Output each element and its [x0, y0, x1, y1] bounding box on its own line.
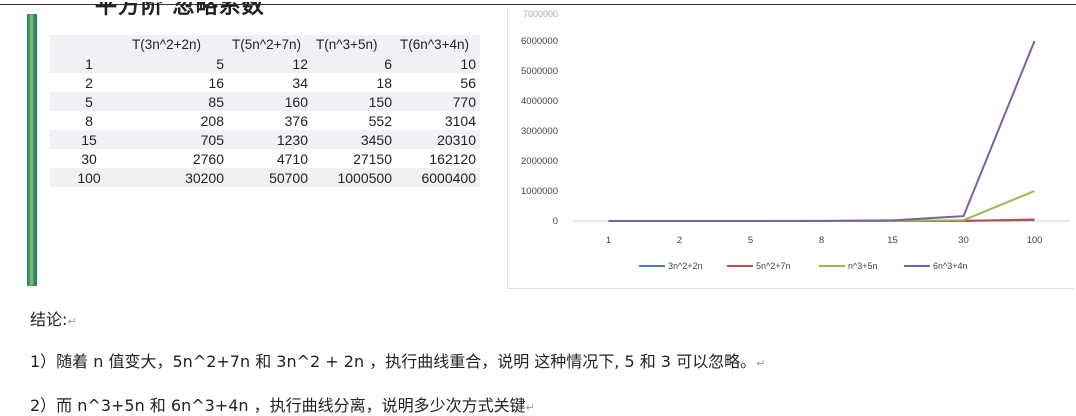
conclusion-line-2: 2）而 n^3+5n 和 6n^3+4n ，执行曲线分离，说明多少次方式关键↵	[30, 396, 535, 415]
slide-heading: 平方阶 忽略系数	[95, 2, 265, 19]
series-line	[608, 40, 1036, 222]
table-row: 30 2760 4710 27150 162120	[50, 149, 480, 168]
table-cell: 160	[284, 93, 308, 110]
x-tick-label: 15	[887, 235, 898, 246]
y-tick-label: 5000000	[521, 66, 558, 77]
y-tick-label: 6000000	[521, 36, 558, 47]
table-cell: 5	[85, 93, 93, 110]
table-cell: 162120	[429, 150, 476, 167]
table-cell: 15	[81, 131, 97, 148]
data-table: T(3n^2+2n) T(5n^2+7n) T(n^3+5n) T(6n^3+4…	[50, 35, 480, 187]
y-tick-label-clipped: 7000000	[523, 9, 558, 19]
table-cell: 3104	[444, 112, 476, 129]
x-tick-label: 100	[1027, 235, 1043, 246]
line-chart: 7000000 0 1000000 2000000 3000000 4000000 5000…	[521, 9, 1070, 271]
x-tick-label: 1	[606, 235, 611, 246]
table-cell: 27150	[353, 150, 392, 167]
table-cell: 6000400	[421, 169, 476, 186]
table-cell: 150	[368, 93, 392, 110]
table-cell: 12	[292, 55, 308, 72]
table-row: 100 30200 50700 1000500 6000400	[50, 168, 480, 187]
table-row: 1 5 12 6 10	[50, 54, 480, 73]
legend-label: 6n^3+4n	[933, 261, 968, 271]
table-row: 2 16 34 18 56	[50, 73, 480, 92]
slide-side-bar	[27, 14, 37, 286]
table-cell: 56	[460, 74, 476, 91]
table-cell: 1230	[276, 131, 308, 148]
x-tick-label: 5	[748, 235, 753, 246]
table-cell: 100	[77, 169, 101, 186]
table-row: 5 85 160 150 770	[50, 92, 480, 111]
table-header-cell	[50, 35, 128, 54]
table-header-cell: T(3n^2+2n)	[132, 37, 201, 52]
table-cell: 18	[376, 74, 392, 91]
table-cell: 2	[85, 74, 93, 91]
table-cell: 20310	[437, 131, 476, 148]
table-cell: 10	[460, 55, 476, 72]
conclusion-label: 结论:↵	[30, 310, 77, 329]
table-header-cell: T(n^3+5n)	[316, 37, 378, 52]
table-header-cell: T(6n^3+4n)	[400, 37, 469, 52]
x-tick-label: 2	[677, 235, 682, 246]
legend-label: 5n^2+7n	[756, 261, 791, 271]
table-header-row: T(3n^2+2n) T(5n^2+7n) T(n^3+5n) T(6n^3+4…	[50, 35, 480, 54]
table-cell: 376	[284, 112, 308, 129]
table-cell: 6	[384, 55, 392, 72]
table-cell: 85	[208, 93, 224, 110]
table-cell: 4710	[276, 150, 308, 167]
table-cell: 3450	[360, 131, 392, 148]
table-cell: 1000500	[337, 169, 392, 186]
table-cell: 705	[200, 131, 224, 148]
legend-label: 3n^2+2n	[668, 261, 703, 271]
table-row: 15 705 1230 3450 20310	[50, 130, 480, 149]
table-cell: 208	[200, 112, 224, 129]
x-tick-label: 30	[958, 235, 969, 246]
table-cell: 1	[85, 55, 93, 72]
table-cell: 34	[292, 74, 308, 91]
y-tick-label: 2000000	[521, 156, 558, 167]
y-tick-label: 0	[553, 216, 558, 227]
table-cell: 16	[208, 74, 224, 91]
table-cell: 30	[81, 150, 97, 167]
table-row: 8 208 376 552 3104	[50, 111, 480, 130]
table-cell: 5	[216, 55, 224, 72]
series-line	[608, 190, 1035, 222]
conclusion-line-1: 1）随着 n 值变大，5n^2+7n 和 3n^2 + 2n ，执行曲线重合，说…	[30, 352, 766, 371]
table-cell: 8	[85, 112, 93, 129]
y-tick-label: 4000000	[521, 96, 558, 107]
line-chart-frame: 7000000 0 1000000 2000000 3000000 4000000 5000…	[507, 8, 1074, 289]
table-cell: 770	[452, 93, 476, 110]
legend-label: n^3+5n	[848, 261, 878, 271]
table-header-cell: T(5n^2+7n)	[232, 37, 301, 52]
y-tick-label: 1000000	[521, 186, 558, 197]
table-cell: 50700	[269, 169, 308, 186]
y-tick-label: 3000000	[521, 126, 558, 137]
table-cell: 2760	[192, 150, 224, 167]
table-cell: 552	[368, 112, 392, 129]
x-tick-label: 8	[819, 235, 824, 246]
table-cell: 30200	[185, 169, 224, 186]
